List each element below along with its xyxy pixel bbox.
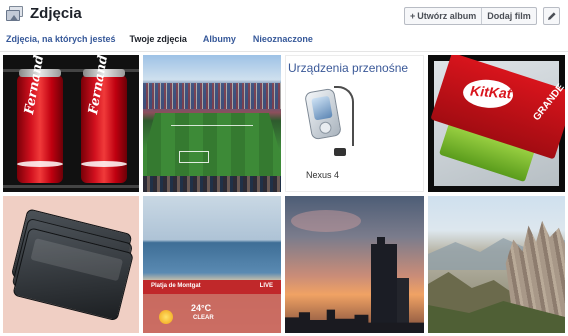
kitkat-logo-text: KitKat [469,82,512,102]
goal-box [179,151,209,163]
pencil-icon [547,12,556,20]
nexus-caption: Nexus 4 [306,170,340,180]
stadium-crowd [143,176,281,192]
photo-grid: Fernando Fernando Urządzenia przenośne N… [0,52,568,336]
title-area: Zdjęcia [6,5,82,22]
rack-bar [3,185,139,188]
cable [334,86,354,146]
card-stack [5,208,134,323]
photo-mountains[interactable] [428,196,565,333]
edit-button[interactable] [543,7,560,25]
tab-untagged[interactable]: Nieoznaczone [253,34,313,44]
photo-kitkat[interactable]: KitKat GRANDE [428,55,565,192]
photos-header: Zdjęcia + Utwórz album Dodaj film Zdjęcia… [0,0,568,52]
cloud [291,210,361,232]
can-label: Fernando [22,55,49,116]
page-title: Zdjęcia [30,5,82,22]
can-label: Fernando [86,55,113,116]
coke-can: Fernando [17,55,63,183]
add-video-button[interactable]: Dodaj film [481,8,536,24]
photo-stadium[interactable] [143,55,281,192]
weather-live: LIVE [259,283,273,289]
weather-temperature: 24°C [191,303,212,313]
sun-icon [159,310,173,324]
header-button-group: + Utwórz album Dodaj film [404,7,537,25]
plug [334,148,346,156]
tab-your-photos[interactable]: Twoje zdjęcia [130,34,187,44]
nexus-heading: Urządzenia przenośne [288,61,409,75]
create-album-label: Utwórz album [417,11,477,21]
weather-location: Platja de Montgat [151,283,201,289]
weather-condition: CLEAR [193,315,214,321]
photo-sunset[interactable] [285,196,424,333]
tab-albums[interactable]: Albumy [203,34,236,44]
kitkat-logo: KitKat [462,78,514,110]
photo-weather[interactable]: Platja de Montgat LIVE 24°C CLEAR [143,196,281,333]
tower [371,237,397,333]
stadium-stands [143,83,281,109]
photo-cards[interactable] [3,196,139,333]
create-album-button[interactable]: + Utwórz album [405,8,481,24]
plus-icon: + [410,11,416,21]
kitkat-grande-text: GRANDE [531,82,565,124]
photos-icon [6,5,24,22]
tab-photos-of-you[interactable]: Zdjęcia, na których jesteś [6,34,116,44]
photo-coke-cans[interactable]: Fernando Fernando [3,55,139,192]
photo-nexus[interactable]: Urządzenia przenośne Nexus 4 [285,55,424,192]
coke-can: Fernando [81,55,127,183]
photo-tabs: Zdjęcia, na których jesteś Twoje zdjęcia… [6,34,313,44]
pitch-line [171,125,253,126]
